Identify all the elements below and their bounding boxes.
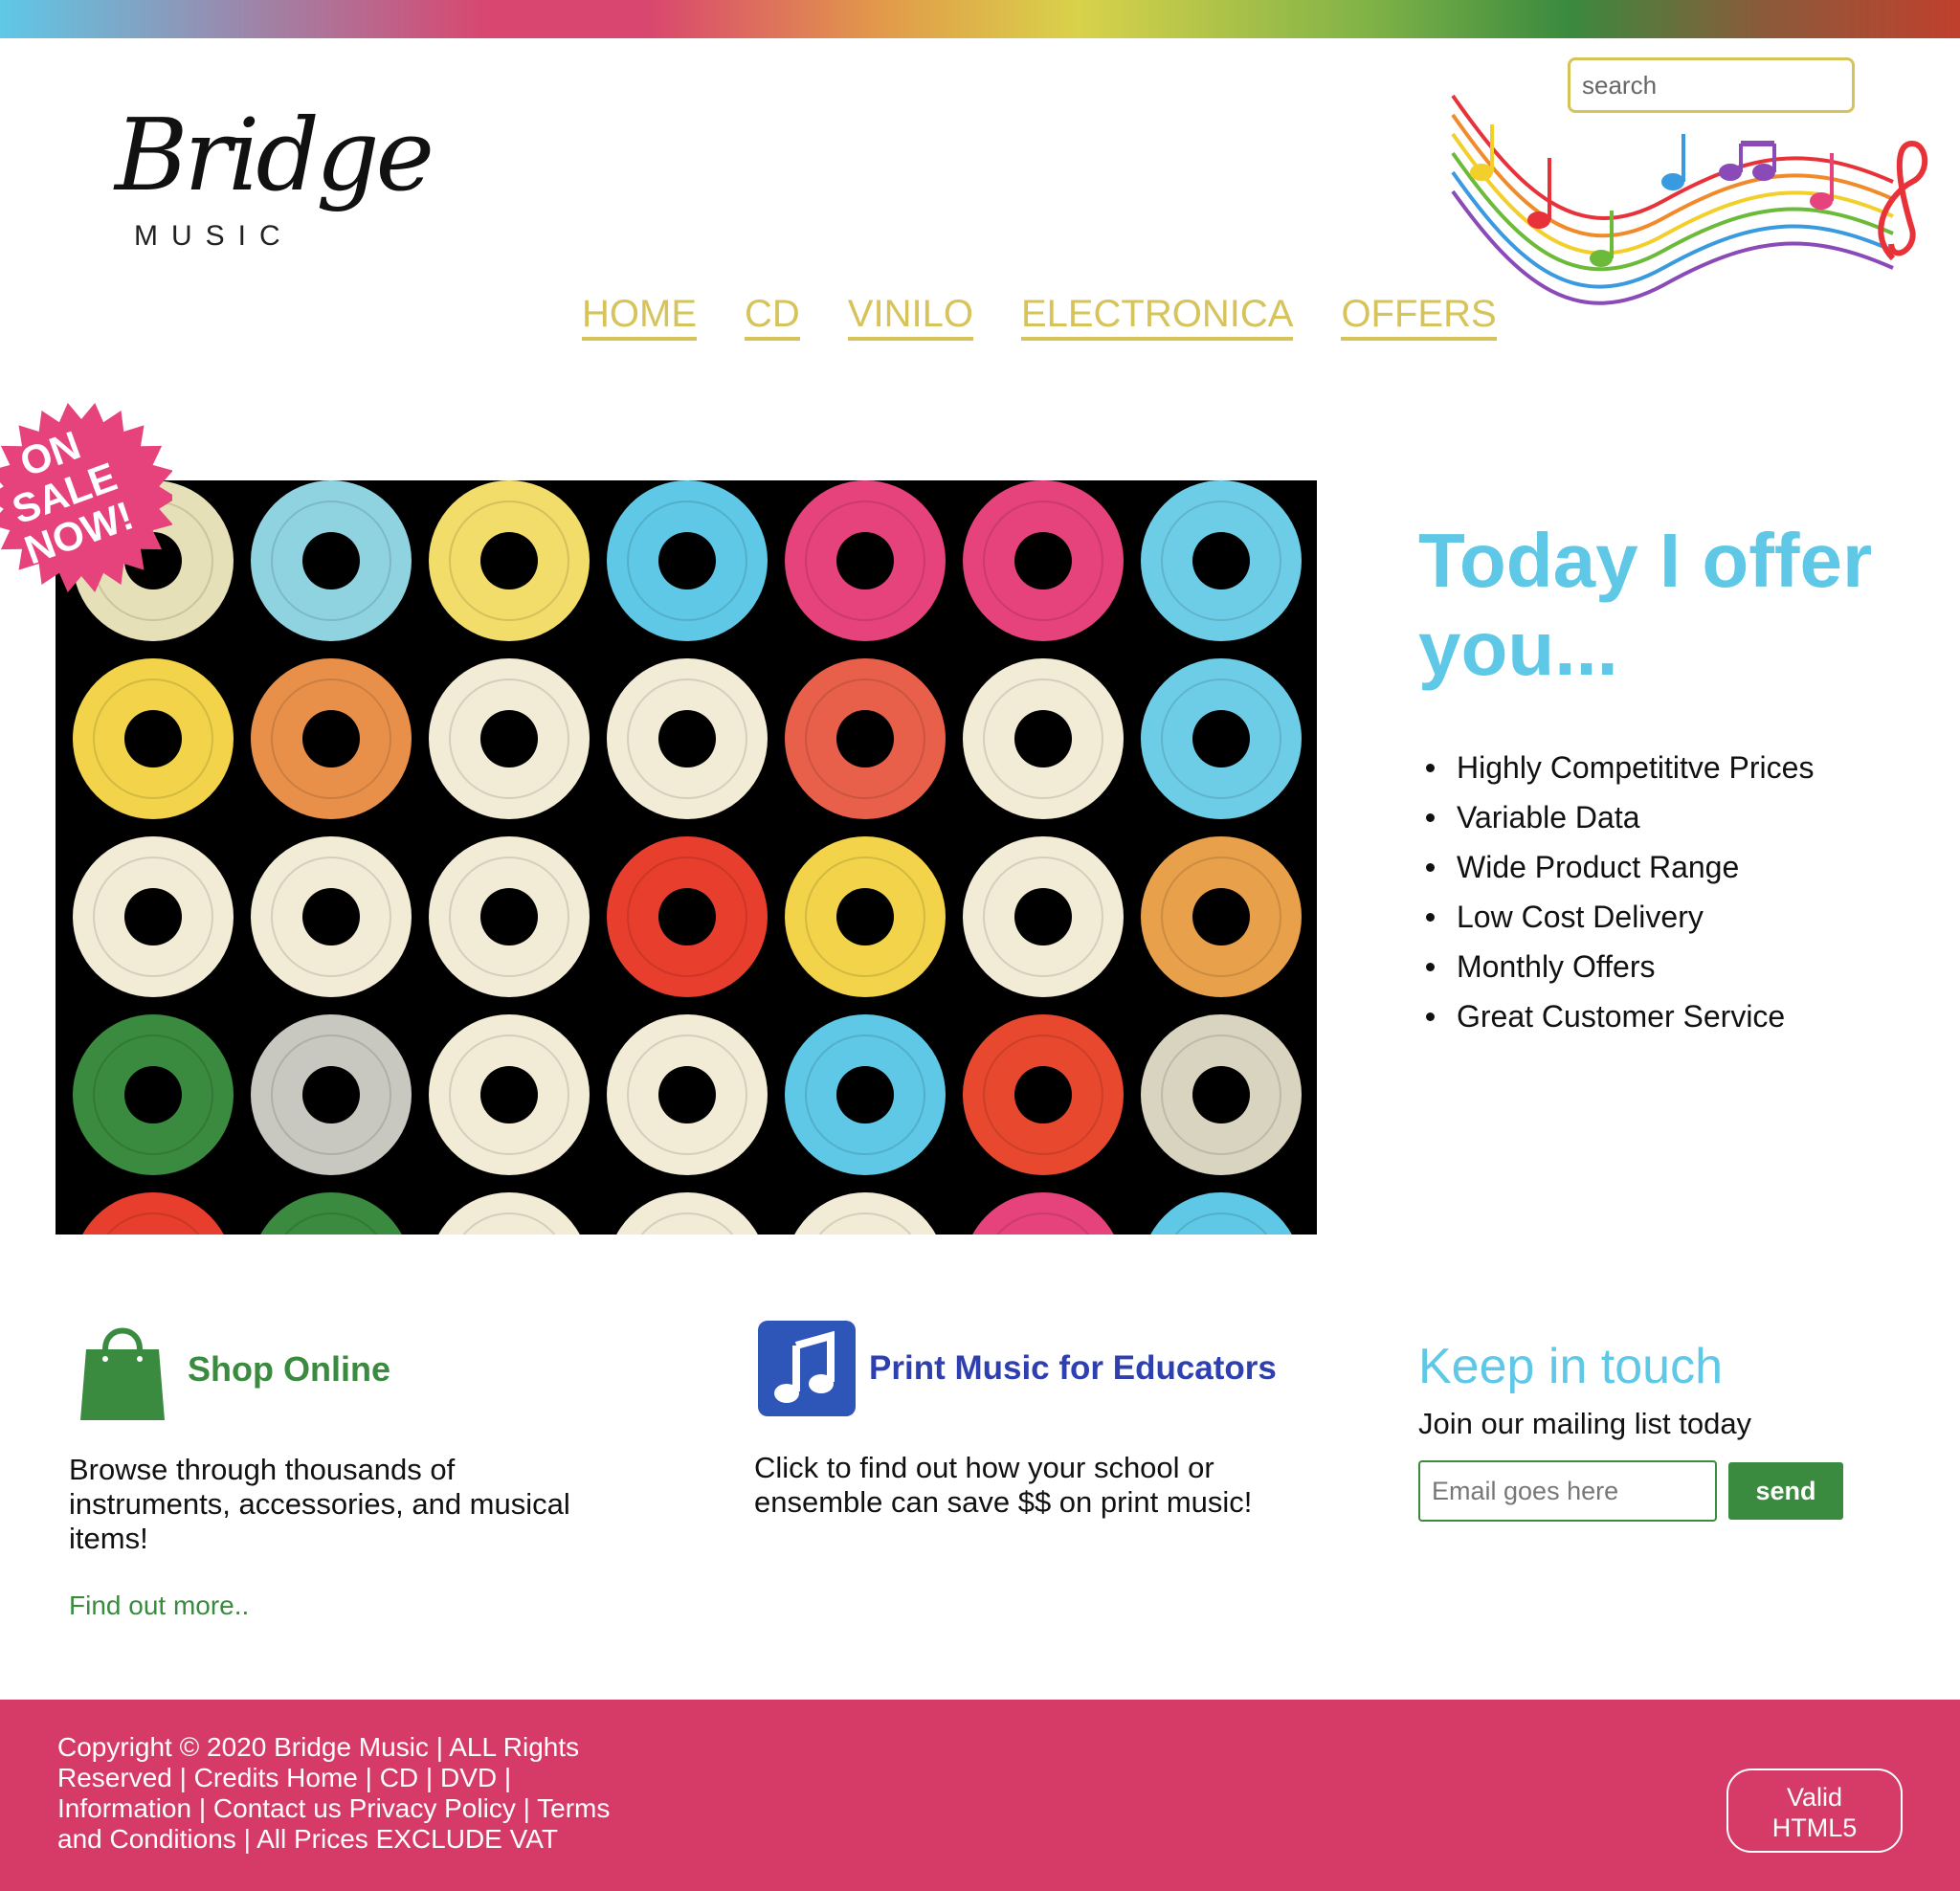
record-hole xyxy=(1014,710,1072,768)
nav-vinilo[interactable]: VINILO xyxy=(847,293,973,341)
footer-link-information[interactable]: Information xyxy=(57,1793,191,1823)
shopping-bag-icon[interactable] xyxy=(78,1321,167,1422)
record-hole xyxy=(1014,532,1072,590)
record-hole xyxy=(658,888,716,946)
educators-title[interactable]: Print Music for Educators xyxy=(869,1349,1277,1388)
offer-item: Low Cost Delivery xyxy=(1418,892,1814,942)
record-hole xyxy=(1014,888,1072,946)
footer-link-contact[interactable]: Contact us xyxy=(213,1793,342,1823)
record-hole xyxy=(836,888,894,946)
valid-html5-badge[interactable]: Valid HTML5 xyxy=(1726,1769,1903,1853)
record-hole xyxy=(1192,888,1250,946)
find-out-more-link[interactable]: Find out more.. xyxy=(69,1591,249,1621)
record-hole xyxy=(836,532,894,590)
record-hole xyxy=(124,1066,182,1123)
nav-electronica[interactable]: ELECTRONICA xyxy=(1020,293,1294,341)
record-hole xyxy=(1014,1066,1072,1123)
record-hole xyxy=(302,532,360,590)
offer-title: Today I offer you... xyxy=(1418,518,1873,691)
valid-badge-line-1: Valid xyxy=(1786,1783,1843,1812)
shop-online-text: Browse through thousands of instruments,… xyxy=(69,1453,570,1555)
record-hole xyxy=(1192,532,1250,590)
record-hole xyxy=(480,710,538,768)
offer-item: Monthly Offers xyxy=(1418,942,1814,991)
logo-sub-text: MUSIC xyxy=(134,220,294,252)
record-hole xyxy=(836,710,894,768)
hero-records-image xyxy=(56,480,1317,1235)
record-hole xyxy=(480,888,538,946)
record-hole xyxy=(124,710,182,768)
footer-link-dvd[interactable]: DVD xyxy=(440,1763,497,1792)
nav-offers[interactable]: OFFERS xyxy=(1341,293,1497,341)
main-nav: HOME CD VINILO ELECTRONICA OFFERS xyxy=(582,293,1497,341)
on-sale-badge: ON SALE NOW! xyxy=(0,403,172,592)
educators-text: Click to find out how your school or ens… xyxy=(754,1451,1253,1519)
record-hole xyxy=(658,710,716,768)
record-hole xyxy=(124,888,182,946)
footer-link-privacy[interactable]: Privacy Policy xyxy=(349,1793,516,1823)
record-hole xyxy=(302,1066,360,1123)
offer-item: Wide Product Range xyxy=(1418,842,1814,892)
rainbow-top-bar xyxy=(0,0,1960,38)
record-hole xyxy=(658,1066,716,1123)
record-hole xyxy=(302,888,360,946)
records-grid-illustration xyxy=(73,480,1302,1235)
record-hole xyxy=(1192,710,1250,768)
record-hole xyxy=(1192,1066,1250,1123)
footer-link-cd[interactable]: CD xyxy=(380,1763,418,1792)
footer-link-credits[interactable]: Credits xyxy=(194,1763,279,1792)
logo-script-text: Bridge xyxy=(115,97,434,213)
footer-link-home[interactable]: Home xyxy=(286,1763,358,1792)
email-field[interactable] xyxy=(1418,1460,1717,1522)
nav-home[interactable]: HOME xyxy=(582,293,697,341)
valid-badge-line-2: HTML5 xyxy=(1771,1813,1858,1842)
search-input[interactable] xyxy=(1568,57,1855,113)
offer-item: Great Customer Service xyxy=(1418,991,1814,1041)
record-hole xyxy=(480,532,538,590)
record-hole xyxy=(302,710,360,768)
mailing-list-subtitle: Join our mailing list today xyxy=(1418,1407,1752,1440)
offer-item: Highly Competititve Prices xyxy=(1418,743,1814,792)
site-logo[interactable]: Bridge MUSIC xyxy=(115,105,434,268)
nav-cd[interactable]: CD xyxy=(745,293,800,341)
record-hole xyxy=(658,532,716,590)
keep-in-touch-title: Keep in touch xyxy=(1418,1339,1724,1394)
music-note-icon[interactable] xyxy=(756,1319,858,1418)
footer-text: Copyright © 2020 Bridge Music | ALL Righ… xyxy=(57,1732,611,1854)
footer-vat: All Prices EXCLUDE VAT xyxy=(256,1824,558,1854)
shop-online-title[interactable]: Shop Online xyxy=(188,1349,390,1390)
offer-item: Variable Data xyxy=(1418,792,1814,842)
offer-list: Highly Competititve Prices Variable Data… xyxy=(1418,743,1814,1041)
send-button[interactable]: send xyxy=(1728,1462,1843,1520)
record-hole xyxy=(480,1066,538,1123)
record-hole xyxy=(836,1066,894,1123)
footer: Copyright © 2020 Bridge Music | ALL Righ… xyxy=(0,1700,1960,1891)
